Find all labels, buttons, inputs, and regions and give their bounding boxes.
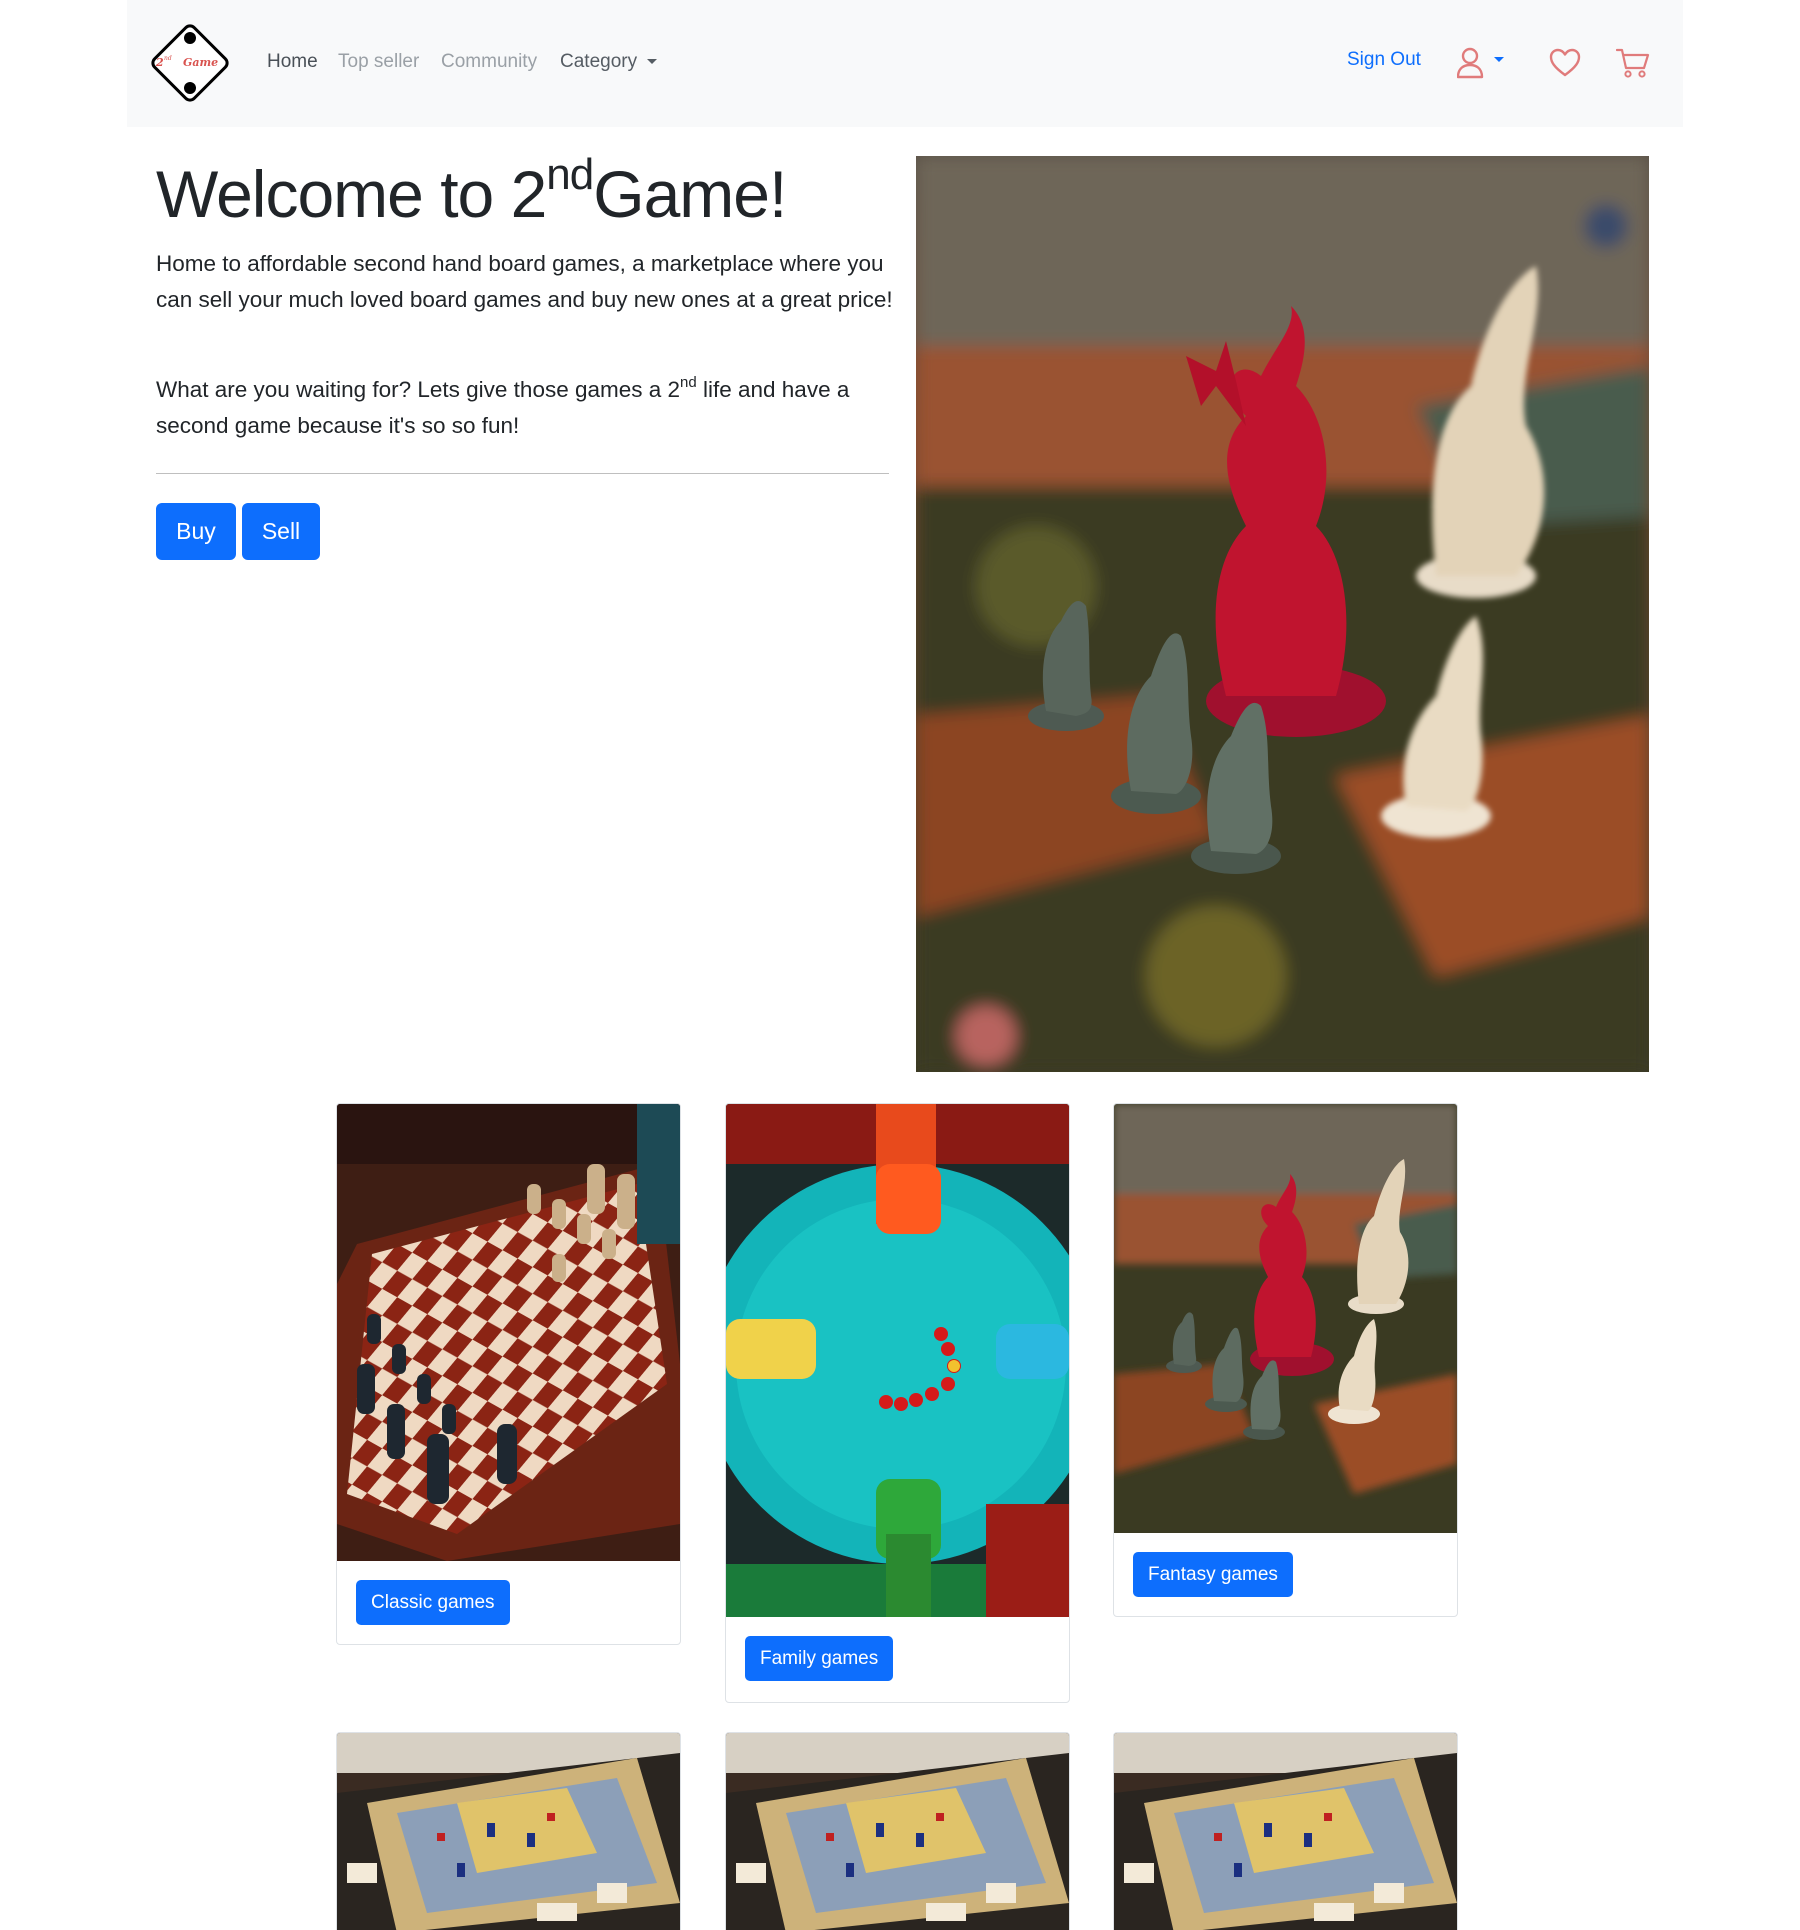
user-icon[interactable] bbox=[1457, 46, 1511, 80]
cta-pre: What are you waiting for? Lets give thos… bbox=[156, 377, 681, 402]
chevron-down-icon bbox=[647, 59, 658, 65]
category-card-classic[interactable]: Classic games bbox=[336, 1103, 681, 1645]
svg-text:Game: Game bbox=[183, 56, 218, 69]
strategy-board-game-image bbox=[1114, 1733, 1457, 1930]
category-card[interactable] bbox=[336, 1732, 681, 1930]
strategy-board-game-image bbox=[337, 1733, 680, 1930]
heart-icon[interactable] bbox=[1549, 48, 1581, 78]
strategy-board-game-image bbox=[726, 1733, 1069, 1930]
svg-text:2: 2 bbox=[155, 56, 164, 69]
nav-top-seller[interactable]: Top seller bbox=[338, 51, 419, 73]
divider bbox=[156, 473, 889, 474]
svg-text:nd: nd bbox=[164, 55, 172, 62]
title-sup: nd bbox=[546, 150, 594, 199]
hero-image bbox=[916, 156, 1649, 1072]
classic-games-button[interactable]: Classic games bbox=[356, 1580, 510, 1625]
cart-icon[interactable] bbox=[1616, 47, 1650, 79]
nav-category-label: Category bbox=[560, 51, 638, 72]
chess-board-image bbox=[337, 1104, 680, 1561]
logo-icon[interactable]: 2 nd Game bbox=[143, 16, 237, 110]
category-card-fantasy[interactable]: Fantasy games bbox=[1113, 1103, 1458, 1617]
title-pre: Welcome to 2 bbox=[156, 157, 547, 231]
nav-category-dropdown[interactable]: Category bbox=[560, 51, 658, 73]
hungry-hippos-image bbox=[726, 1104, 1069, 1617]
nav-community[interactable]: Community bbox=[441, 51, 537, 73]
fantasy-miniatures-image bbox=[1114, 1104, 1457, 1533]
cta-paragraph: What are you waiting for? Lets give thos… bbox=[156, 372, 896, 444]
category-card[interactable] bbox=[1113, 1732, 1458, 1930]
fantasy-games-button[interactable]: Fantasy games bbox=[1133, 1552, 1293, 1597]
buy-button[interactable]: Buy bbox=[156, 503, 236, 560]
category-card[interactable] bbox=[725, 1732, 1070, 1930]
page-title: Welcome to 2ndGame! bbox=[156, 153, 787, 234]
sell-button[interactable]: Sell bbox=[242, 503, 320, 560]
nav-home[interactable]: Home bbox=[267, 51, 318, 73]
category-card-family[interactable]: Family games bbox=[725, 1103, 1070, 1703]
cta-sup: nd bbox=[680, 374, 697, 391]
family-games-button[interactable]: Family games bbox=[745, 1636, 894, 1681]
title-post: Game! bbox=[593, 157, 787, 231]
navbar: 2 nd Game Home Top seller Community Cate… bbox=[127, 0, 1683, 127]
intro-paragraph: Home to affordable second hand board gam… bbox=[156, 251, 893, 312]
sign-out-link[interactable]: Sign Out bbox=[1347, 49, 1421, 71]
